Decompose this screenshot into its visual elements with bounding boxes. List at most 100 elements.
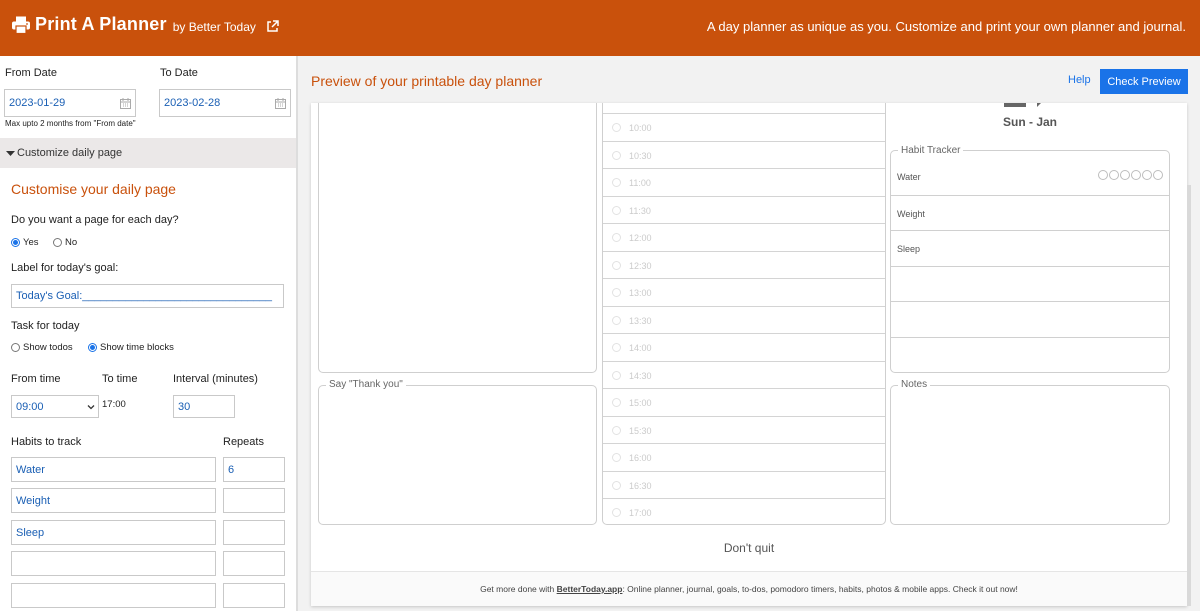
top-left-box [318, 103, 597, 373]
habit-repeats-input[interactable] [223, 551, 285, 576]
time-checkbox-circle [612, 178, 621, 187]
from-time-select[interactable]: 09:00 [11, 395, 99, 418]
time-checkbox-circle [612, 343, 621, 352]
quote: Don't quit [723, 541, 775, 555]
task-label: Task for today [11, 320, 80, 332]
time-row: 11:30 [603, 195, 885, 224]
time-label: 11:30 [629, 205, 651, 216]
date-range-hint: Max upto 2 months from "From date" [5, 119, 136, 128]
app-header: Print A Planner by Better Today A day pl… [0, 0, 1200, 56]
customize-daily-toggle[interactable]: Customize daily page [0, 138, 296, 168]
footer-link[interactable]: BetterToday.app [557, 584, 623, 594]
time-label: 15:30 [629, 425, 652, 436]
to-date-field[interactable]: 2023-02-28 [159, 89, 291, 117]
footer-prefix: Get more done with [480, 584, 557, 594]
time-label: 10:00 [629, 123, 652, 133]
from-date-value: 2023-01-29 [9, 97, 66, 109]
preview-title: Preview of your printable day planner [311, 73, 543, 89]
time-label: 14:30 [629, 370, 652, 381]
habit-repeat-circle [1098, 170, 1108, 180]
time-checkbox-circle [612, 370, 621, 380]
radio-no[interactable]: No [53, 237, 77, 248]
habit-repeats-input[interactable]: 6 [223, 457, 285, 482]
habit-repeats-input[interactable] [223, 488, 285, 513]
from-date-field[interactable]: 2023-01-29 [4, 89, 136, 117]
customise-title: Customise your daily page [11, 181, 176, 197]
radio-show-todos-indicator[interactable] [11, 343, 20, 352]
to-date-label: To Date [160, 67, 198, 79]
habit-name-input[interactable] [11, 583, 216, 608]
calendar-icon[interactable] [120, 97, 131, 109]
time-checkbox-circle [612, 123, 621, 132]
goal-input[interactable]: Today's Goal:___________________________… [11, 284, 284, 308]
chevron-down-icon [87, 404, 95, 409]
say-thank-you-box [318, 385, 597, 525]
time-row: 17:00 [603, 498, 885, 526]
habit-row: Weight [891, 194, 1169, 231]
preview-scrollbar[interactable] [1187, 185, 1191, 606]
notes-box [890, 385, 1170, 525]
time-row: 12:00 [603, 223, 885, 251]
goal-label: Label for today's goal: [11, 262, 119, 274]
habit-name-input[interactable] [11, 551, 216, 576]
date-header: Sun - Jan [1003, 115, 1058, 129]
calendar-icon[interactable] [275, 97, 286, 109]
time-row: 12:30 [603, 250, 885, 279]
interval-input[interactable]: 30 [173, 395, 235, 418]
from-time-value: 09:00 [16, 400, 44, 413]
habit-repeat-circle [1142, 170, 1152, 180]
time-row: 13:30 [603, 305, 885, 334]
habit-name-input[interactable]: Water [11, 457, 216, 482]
header-tagline: A day planner as unique as you. Customiz… [706, 19, 1186, 34]
help-link[interactable]: Help [1068, 74, 1091, 86]
habit-repeat-circle [1153, 170, 1163, 180]
time-row: 16:00 [603, 443, 885, 471]
radio-show-todos[interactable]: Show todos [11, 342, 73, 353]
customize-bar-label: Customize daily page [17, 147, 123, 159]
radio-show-time-blocks[interactable]: Show time blocks [88, 342, 174, 353]
habit-row: Water [891, 159, 1169, 195]
time-checkbox-circle [612, 288, 621, 297]
radio-show-time-blocks-label: Show time blocks [100, 342, 174, 353]
notes-title: Notes [898, 379, 931, 390]
time-label: 17:00 [629, 508, 652, 518]
time-row: 15:00 [603, 388, 885, 416]
brand-title[interactable]: Print A Planner [35, 14, 167, 35]
habit-repeats-input[interactable] [223, 583, 285, 608]
to-time-label: To time [102, 373, 138, 385]
habit-repeats-input[interactable] [223, 520, 285, 545]
radio-no-indicator[interactable] [53, 238, 62, 247]
from-date-label: From Date [5, 67, 57, 79]
radio-yes[interactable]: Yes [11, 237, 39, 248]
habit-tracker-title: Habit Tracker [898, 145, 964, 156]
time-checkbox-circle [612, 233, 621, 242]
external-link-icon[interactable] [266, 19, 279, 33]
time-label: 16:30 [629, 480, 652, 491]
brand[interactable]: Print A Planner by Better Today [11, 14, 279, 35]
habit-repeat-circles [1097, 170, 1163, 180]
time-checkbox-circle [612, 398, 621, 407]
time-label: 14:00 [629, 343, 652, 353]
habit-name-input[interactable]: Weight [11, 488, 216, 513]
time-checkbox-circle [612, 425, 621, 435]
time-row: 15:30 [603, 415, 885, 444]
caret-down-icon [6, 150, 15, 156]
habits-label: Habits to track [11, 436, 82, 448]
habit-name-input[interactable]: Sleep [11, 520, 216, 545]
page-each-day-question: Do you want a page for each day? [11, 214, 179, 226]
check-preview-button[interactable]: Check Preview [1100, 69, 1188, 94]
time-label: 12:30 [629, 260, 652, 271]
habit-row-name: Water [897, 172, 921, 182]
interval-label: Interval (minutes) [173, 373, 258, 385]
time-row: 10:00 [603, 113, 885, 141]
habit-tracker-box: Water Weight Sleep [890, 150, 1170, 373]
time-label: 11:00 [629, 178, 651, 188]
settings-sidebar: From Date 2023-01-29 To Date 2023-02-28 … [0, 56, 298, 611]
radio-yes-indicator[interactable] [11, 238, 20, 247]
radio-yes-label: Yes [23, 237, 39, 248]
time-label: 10:30 [629, 150, 652, 161]
radio-show-time-blocks-indicator[interactable] [88, 343, 97, 352]
printer-icon [12, 16, 30, 34]
time-checkbox-circle [612, 260, 621, 270]
time-row: 14:30 [603, 360, 885, 389]
